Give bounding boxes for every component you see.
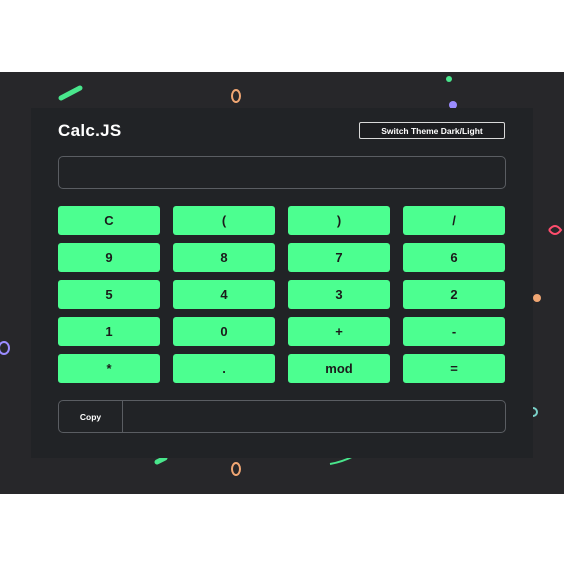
key-multiply[interactable]: * <box>58 354 160 383</box>
key-open-paren[interactable]: ( <box>173 206 275 235</box>
key-mod[interactable]: mod <box>288 354 390 383</box>
key-minus[interactable]: - <box>403 317 505 346</box>
result-bar: Copy <box>58 400 506 433</box>
key-decimal[interactable]: . <box>173 354 275 383</box>
switch-theme-button[interactable]: Switch Theme Dark/Light <box>359 122 505 139</box>
key-4[interactable]: 4 <box>173 280 275 309</box>
key-3[interactable]: 3 <box>288 280 390 309</box>
result-output[interactable] <box>123 401 505 432</box>
key-0[interactable]: 0 <box>173 317 275 346</box>
key-2[interactable]: 2 <box>403 280 505 309</box>
key-6[interactable]: 6 <box>403 243 505 272</box>
key-5[interactable]: 5 <box>58 280 160 309</box>
key-close-paren[interactable]: ) <box>288 206 390 235</box>
expression-display[interactable] <box>58 156 506 189</box>
key-9[interactable]: 9 <box>58 243 160 272</box>
key-8[interactable]: 8 <box>173 243 275 272</box>
key-plus[interactable]: + <box>288 317 390 346</box>
key-equals[interactable]: = <box>403 354 505 383</box>
app-title: Calc.JS <box>58 121 122 140</box>
key-clear[interactable]: C <box>58 206 160 235</box>
background-stage: Calc.JS Switch Theme Dark/Light C ( ) / … <box>0 72 564 494</box>
key-divide[interactable]: / <box>403 206 505 235</box>
calculator-card: Calc.JS Switch Theme Dark/Light C ( ) / … <box>31 108 533 458</box>
key-1[interactable]: 1 <box>58 317 160 346</box>
keypad: C ( ) / 9 8 7 6 5 4 3 2 1 0 + - * . mod … <box>58 206 506 383</box>
copy-button[interactable]: Copy <box>59 401 123 432</box>
key-7[interactable]: 7 <box>288 243 390 272</box>
